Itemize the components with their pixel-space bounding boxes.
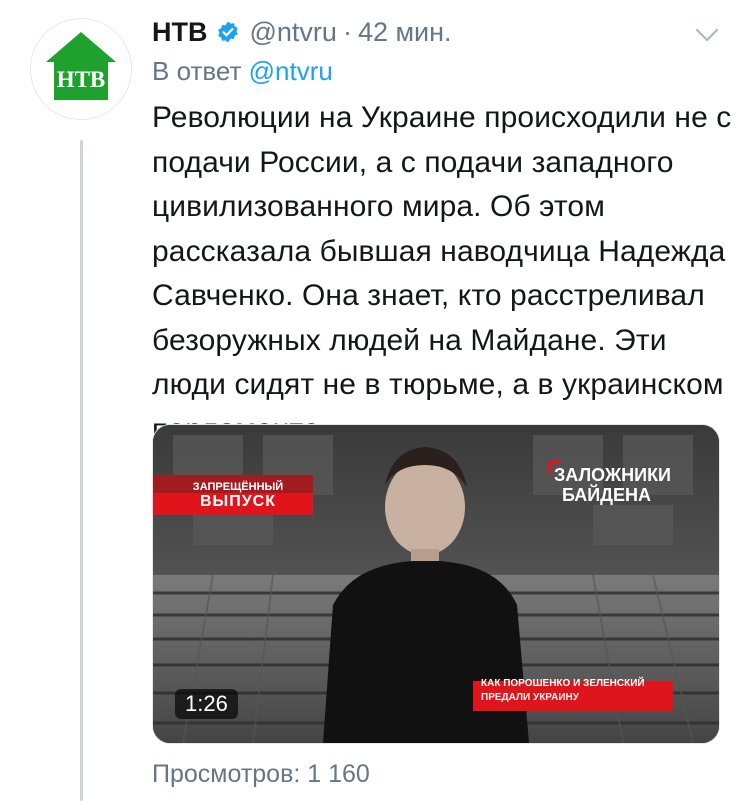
video-duration: 1:26 bbox=[175, 689, 238, 719]
badge-corner bbox=[547, 461, 561, 474]
author-handle[interactable]: @ntvru bbox=[250, 17, 337, 48]
thread-line bbox=[80, 140, 83, 801]
badge-left-line2: ВЫПУСК bbox=[200, 493, 276, 510]
tweet-text: Революции на Украине происходили не с по… bbox=[152, 101, 732, 446]
ntv-logo-icon: НТВ bbox=[31, 19, 131, 119]
badge-forbidden-episode: ЗАПРЕЩЁННЫЙ ВЫПУСК bbox=[163, 479, 313, 515]
badge-left-line1: ЗАПРЕЩЁННЫЙ bbox=[192, 481, 284, 493]
author-name[interactable]: НТВ bbox=[152, 17, 208, 48]
chevron-down-icon[interactable] bbox=[694, 20, 720, 51]
view-count: Просмотров: 1 160 bbox=[152, 760, 370, 788]
badge-right-line1: ЗАЛОЖНИКИ bbox=[553, 465, 671, 485]
badge-right-line2: БАЙДЕНА bbox=[561, 485, 651, 505]
video-caption: КАК ПОРОШЕНКО И ЗЕЛЕНСКИЙ ПРЕДАЛИ УКРАИН… bbox=[481, 677, 671, 705]
timestamp[interactable]: 42 мин. bbox=[358, 17, 452, 48]
caption-line1: КАК ПОРОШЕНКО И ЗЕЛЕНСКИЙ bbox=[481, 678, 645, 689]
reply-context: В ответ @ntvru bbox=[152, 56, 333, 87]
tweet-header: НТВ @ntvru · 42 мин. bbox=[152, 12, 730, 52]
reply-mention-link[interactable]: @ntvru bbox=[249, 56, 333, 86]
badge-show-title: ЗАЛОЖНИКИ БАЙДЕНА bbox=[547, 461, 671, 505]
separator-dot: · bbox=[342, 16, 352, 47]
avatar-logo-text: НТВ bbox=[57, 67, 106, 92]
avatar[interactable]: НТВ bbox=[30, 18, 132, 120]
reply-prefix: В ответ bbox=[152, 56, 242, 86]
verified-badge-icon bbox=[216, 20, 240, 44]
video-player[interactable]: ЗАПРЕЩЁННЫЙ ВЫПУСК ЗАЛОЖНИКИ БАЙДЕНА КАК… bbox=[152, 424, 720, 744]
caption-line2: ПРЕДАЛИ УКРАИНУ bbox=[481, 692, 579, 703]
